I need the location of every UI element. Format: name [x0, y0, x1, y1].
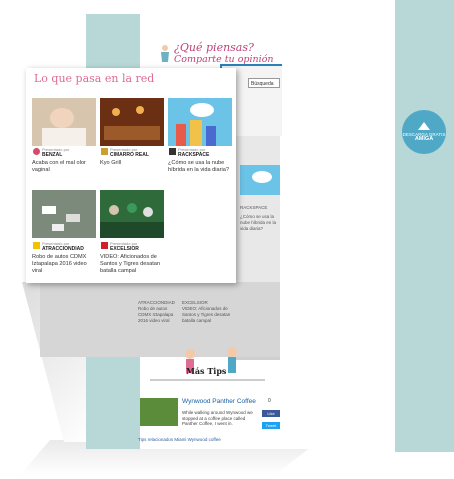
lower-tile-2[interactable]: EXCELSIOR VIDEO: Aficionados de Santos y… — [182, 300, 232, 324]
article-thumb[interactable] — [140, 398, 178, 426]
tile-brand: RACKSPACE — [178, 152, 210, 158]
rackspace-logo-icon — [169, 148, 176, 155]
card-title: Lo que pasa en la red — [34, 72, 155, 85]
cloud-buildings-thumb — [168, 98, 232, 146]
related-links[interactable]: Tips relacionados Miami Wynwood coffee — [138, 437, 221, 442]
tile-excelsior[interactable]: Presentado por EXCELSIOR VIDEO: Aficiona… — [100, 190, 166, 275]
article-title[interactable]: Wynwood Panther Coffee — [182, 398, 256, 405]
tile-brand: ATRACCIONDIAD — [42, 246, 84, 252]
mascot-icon — [161, 45, 169, 62]
right-tile-caption[interactable]: ¿Cómo se usa la nube híbrida en la vida … — [240, 214, 280, 232]
right-tile-brand: RACKSPACE — [240, 205, 268, 210]
lower-tile-caption: VIDEO: Aficionados de Santos y Tigres de… — [182, 306, 231, 323]
download-app-badge[interactable]: DESCARGA GRATIS AMIGA — [402, 110, 446, 154]
share-count: 0 — [268, 398, 271, 404]
cimarro-logo-icon — [101, 148, 108, 155]
tile-caption: Kyo Grill — [100, 160, 122, 166]
article-body: While walking around Wynwood we stopped … — [182, 410, 253, 426]
lower-tile-1[interactable]: ATRACCIONDIAD Robo de autos CDMX Iztapal… — [138, 300, 180, 324]
traffic-cctv-thumb — [32, 190, 96, 238]
stadium-crowd-thumb — [100, 190, 164, 238]
tile-caption: ¿Cómo se usa la nube híbrida en la vida … — [168, 160, 229, 173]
mas-tips-illustration — [150, 347, 265, 381]
atraccion-logo-icon — [33, 242, 40, 249]
header-title: ¿Qué piensas? — [174, 41, 254, 54]
cloud-thumb-right — [240, 165, 280, 195]
tile-caption: Robo de autos CDMX Iztapalapa 2016 video… — [32, 254, 87, 274]
badge-line2: AMIGA — [414, 136, 434, 142]
tile-kyo-grill[interactable]: Presentado por CIMARRO REAL Kyo Grill — [100, 98, 164, 170]
lower-tile-caption: Robo de autos CDMX Iztapalapa 2016 video… — [138, 306, 174, 323]
tile-caption: Acaba con el mal olor vaginal — [32, 160, 86, 173]
restaurant-thumb — [100, 98, 164, 146]
tile-caption: VIDEO: Aficionados de Santos y Tigres de… — [100, 254, 161, 274]
facebook-like-button[interactable]: Like — [262, 410, 280, 417]
mas-tips-label: Más Tips — [186, 366, 227, 376]
excelsior-logo-icon — [101, 242, 108, 249]
arrow-up-icon — [418, 122, 430, 130]
benzal-logo-icon — [33, 148, 40, 155]
spa-woman-thumb — [32, 98, 96, 146]
tile-benzal[interactable]: Presentado por BENZAL Acaba con el mal o… — [32, 98, 96, 173]
tweet-button[interactable]: Tweet — [262, 422, 280, 429]
tile-robo-autos[interactable]: Presentado por ATRACCIONDIAD Robo de aut… — [32, 190, 96, 275]
tile-rackspace[interactable]: Presentado por RACKSPACE ¿Cómo se usa la… — [168, 98, 232, 178]
tile-brand: EXCELSIOR — [110, 246, 139, 252]
teal-right-border — [395, 0, 454, 452]
tile-brand: CIMARRO REAL — [110, 152, 149, 158]
tile-brand: BENZAL — [42, 152, 63, 158]
search-select[interactable]: Búsqueda — [248, 78, 280, 88]
